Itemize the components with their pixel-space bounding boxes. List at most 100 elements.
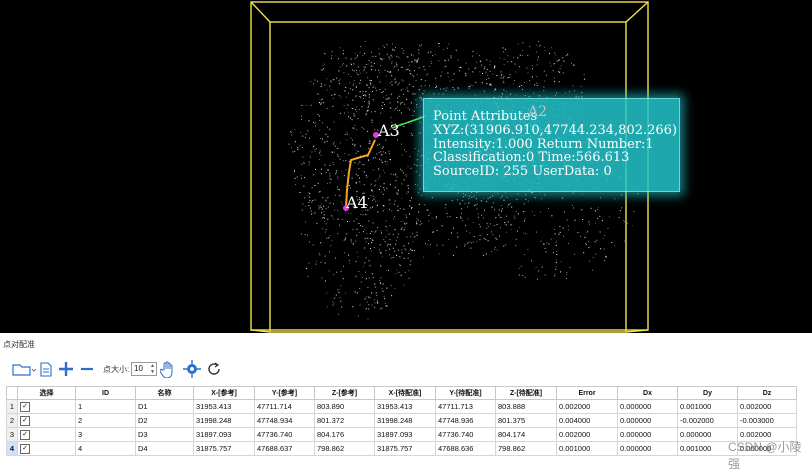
z-target-cell: 801.375 [495, 413, 557, 428]
cloud-point [424, 204, 426, 206]
column-header[interactable]: Y-[参考] [254, 386, 315, 400]
table-row[interactable]: 3 ✓ 3 D3 31897.093 47736.740 804.176 318… [6, 427, 797, 442]
cloud-point [374, 299, 375, 301]
point-cloud-viewport[interactable]: Point Attributes XYZ:(31906.910,47744.23… [0, 0, 812, 333]
cloud-point [356, 106, 357, 108]
column-header[interactable]: X-[待配准] [374, 386, 436, 400]
cloud-point [473, 236, 475, 237]
cloud-point [543, 90, 545, 92]
row-number[interactable]: 3 [6, 427, 18, 442]
cloud-point [392, 257, 394, 259]
select-checkbox[interactable]: ✓ [20, 402, 30, 412]
cloud-point [507, 206, 509, 208]
column-header[interactable]: 选择 [17, 386, 76, 400]
cloud-point [390, 257, 392, 259]
cloud-point [411, 134, 413, 136]
cloud-point [344, 239, 346, 241]
cloud-point [374, 302, 376, 304]
cloud-point [492, 195, 494, 197]
cloud-point [326, 126, 328, 128]
x-ref-cell: 31875.757 [193, 441, 255, 456]
refresh-button[interactable] [205, 360, 223, 378]
cloud-point [386, 44, 388, 46]
cloud-point [440, 75, 442, 77]
cloud-point [381, 105, 383, 107]
select-cell[interactable]: ✓ [17, 413, 76, 428]
cloud-point [419, 132, 421, 134]
cloud-point [368, 296, 370, 298]
select-cell[interactable]: ✓ [17, 441, 76, 456]
table-row[interactable]: 1 ✓ 1 D1 31953.413 47711.714 803.890 319… [6, 399, 797, 414]
cloud-point [355, 152, 357, 154]
cloud-point [375, 87, 377, 89]
cloud-point [558, 71, 560, 72]
cloud-point [468, 198, 470, 200]
cloud-point [447, 216, 449, 218]
cloud-point [383, 58, 385, 60]
cloud-point [510, 228, 512, 230]
cloud-point [324, 84, 326, 86]
column-header[interactable]: Error [556, 386, 618, 400]
row-number[interactable]: 4 [6, 441, 18, 456]
cloud-point [332, 105, 334, 107]
cloud-point [507, 221, 509, 223]
cloud-point [319, 171, 321, 173]
column-header[interactable]: X-[参考] [193, 386, 255, 400]
cloud-point [515, 244, 517, 246]
cloud-point [356, 70, 358, 71]
pick-point-button[interactable] [183, 360, 201, 378]
select-cell[interactable]: ✓ [17, 427, 76, 442]
column-header[interactable]: Dz [737, 386, 797, 400]
cloud-point [368, 243, 370, 245]
column-header[interactable]: 名称 [135, 386, 194, 400]
cloud-point [330, 179, 332, 181]
column-header[interactable]: Z-[待配准] [495, 386, 557, 400]
row-number[interactable]: 2 [6, 413, 18, 428]
cloud-point [332, 161, 334, 163]
cloud-point [559, 231, 561, 233]
select-checkbox[interactable]: ✓ [20, 430, 30, 440]
cloud-point [421, 44, 422, 46]
column-header[interactable]: Z-[参考] [314, 386, 375, 400]
cloud-point [412, 115, 414, 116]
cloud-point [372, 277, 374, 278]
cloud-point [468, 195, 470, 197]
select-checkbox[interactable]: ✓ [20, 416, 30, 426]
remove-point-button[interactable] [79, 360, 95, 378]
cloud-point [332, 79, 334, 81]
select-checkbox[interactable]: ✓ [20, 444, 30, 454]
new-document-button[interactable] [38, 360, 54, 378]
column-header[interactable]: Dx [617, 386, 678, 400]
cloud-point [624, 240, 625, 242]
cloud-point [388, 98, 390, 100]
column-header[interactable]: ID [75, 386, 136, 400]
spin-arrows-icon[interactable]: ▲ ▼ [150, 363, 155, 375]
cloud-point [314, 122, 316, 124]
open-folder-button[interactable] [10, 360, 38, 378]
cloud-point [319, 119, 321, 121]
pan-tool-button[interactable] [159, 360, 177, 378]
cloud-point [357, 163, 359, 165]
cloud-point [378, 169, 380, 171]
cloud-point [342, 218, 344, 220]
cloud-point [443, 49, 445, 51]
point-size-spinbox[interactable]: 10 ▲ ▼ [131, 362, 157, 376]
cloud-point [380, 185, 382, 187]
cloud-point [364, 229, 366, 231]
cloud-point [386, 53, 388, 55]
column-header[interactable]: Dy [677, 386, 738, 400]
add-point-button[interactable] [57, 360, 75, 378]
cloud-point [395, 243, 396, 245]
cloud-point [512, 83, 514, 85]
table-row[interactable]: 2 ✓ 2 D2 31998.248 47748.934 801.372 319… [6, 413, 797, 428]
row-number[interactable]: 1 [6, 399, 18, 414]
cloud-point [330, 88, 332, 90]
cloud-point [379, 279, 381, 281]
cloud-point [524, 218, 526, 220]
table-row-selected[interactable]: 4 ✓ 4 D4 31875.757 47688.637 798.862 318… [6, 441, 797, 456]
column-header[interactable]: Y-[待配准] [435, 386, 496, 400]
cloud-point [407, 166, 409, 167]
cloud-point [352, 89, 354, 91]
cloud-point [320, 168, 322, 170]
select-cell[interactable]: ✓ [17, 399, 76, 414]
